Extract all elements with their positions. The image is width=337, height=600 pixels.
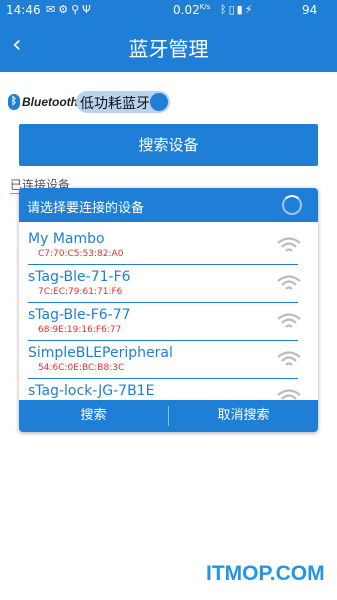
bluetooth-rune-icon: ᛒ bbox=[8, 94, 20, 110]
device-name: sTag-Ble-F6-77 bbox=[28, 307, 131, 323]
device-mac: 54:6C:0E:BC:B8:3C bbox=[38, 363, 125, 373]
search-devices-button[interactable]: 搜索设备 bbox=[19, 124, 318, 166]
device-name: My Mambo bbox=[28, 231, 105, 247]
device-name: SimpleBLEPeripheral bbox=[28, 345, 173, 361]
dialog-title: 请选择要连接的设备 bbox=[27, 201, 145, 216]
device-mac: C7:70:C5:53:82:A0 bbox=[38, 249, 124, 259]
page-title: 蓝牙管理 bbox=[128, 37, 209, 61]
loading-spinner-icon bbox=[282, 195, 302, 215]
status-bar: 14:46 ✉⚙⚲Ψ 0.02K/s ᛒ▯▮⚡ 94 bbox=[0, 0, 337, 22]
device-list: My Mambo C7:70:C5:53:82:A0 sTag-Ble-71-F… bbox=[19, 222, 318, 400]
bluetooth-logo-text: Bluetooth bbox=[22, 95, 78, 109]
low-energy-toggle[interactable]: 低功耗蓝牙 bbox=[76, 91, 170, 113]
dialog-footer: 搜索 取消搜索 bbox=[19, 400, 318, 432]
bluetooth-logo: ᛒ Bluetooth bbox=[8, 93, 78, 111]
wifi-signal-icon bbox=[277, 275, 301, 290]
settings-icon: ⚙ bbox=[58, 3, 72, 16]
device-mac: 68:9E:19:16:F6:77 bbox=[38, 325, 122, 335]
status-left-icons: ✉⚙⚲Ψ bbox=[46, 3, 94, 16]
app-bar: ‹ 蓝牙管理 bbox=[0, 22, 337, 72]
cancel-search-button[interactable]: 取消搜索 bbox=[169, 400, 318, 432]
device-mac: 7C:EC:79:61:71:F6 bbox=[38, 287, 123, 297]
device-select-dialog: 请选择要连接的设备 My Mambo C7:70:C5:53:82:A0 sTa… bbox=[19, 188, 318, 432]
wifi-signal-icon bbox=[277, 237, 301, 252]
list-item[interactable]: SimpleBLEPeripheral 54:6C:0E:BC:B8:3C bbox=[28, 340, 301, 379]
status-right-icons: ᛒ▯▮⚡ bbox=[220, 3, 254, 16]
device-name: sTag-Ble-71-F6 bbox=[28, 269, 131, 285]
list-item[interactable]: My Mambo C7:70:C5:53:82:A0 bbox=[28, 226, 301, 265]
charging-icon: ⚡ bbox=[244, 3, 255, 16]
watermark-logo: ITMOP.COM bbox=[206, 562, 325, 585]
search-button[interactable]: 搜索 bbox=[19, 400, 168, 432]
usb-icon: Ψ bbox=[82, 3, 94, 16]
wifi-signal-icon bbox=[277, 351, 301, 366]
share-icon: ⚲ bbox=[71, 3, 83, 16]
vibrate-icon: ▯ bbox=[228, 3, 237, 16]
device-name: sTag-lock-JG-7B1E bbox=[28, 383, 155, 399]
list-item[interactable]: sTag-Ble-71-F6 7C:EC:79:61:71:F6 bbox=[28, 264, 301, 303]
message-icon: ✉ bbox=[46, 3, 59, 16]
bluetooth-icon: ᛒ bbox=[220, 3, 229, 16]
list-item[interactable]: sTag-lock-JG-7B1E bbox=[28, 378, 301, 400]
wifi-signal-icon bbox=[277, 389, 301, 400]
battery-level: 94 bbox=[302, 3, 318, 17]
sim-icon: ▮ bbox=[236, 3, 245, 16]
dialog-header: 请选择要连接的设备 bbox=[19, 188, 318, 222]
wifi-signal-icon bbox=[277, 313, 301, 328]
low-energy-label: 低功耗蓝牙 bbox=[80, 96, 150, 112]
list-item[interactable]: sTag-Ble-F6-77 68:9E:19:16:F6:77 bbox=[28, 302, 301, 341]
network-speed: 0.02K/s bbox=[173, 3, 211, 17]
status-time: 14:46 bbox=[6, 3, 41, 17]
toggle-knob bbox=[150, 93, 168, 111]
